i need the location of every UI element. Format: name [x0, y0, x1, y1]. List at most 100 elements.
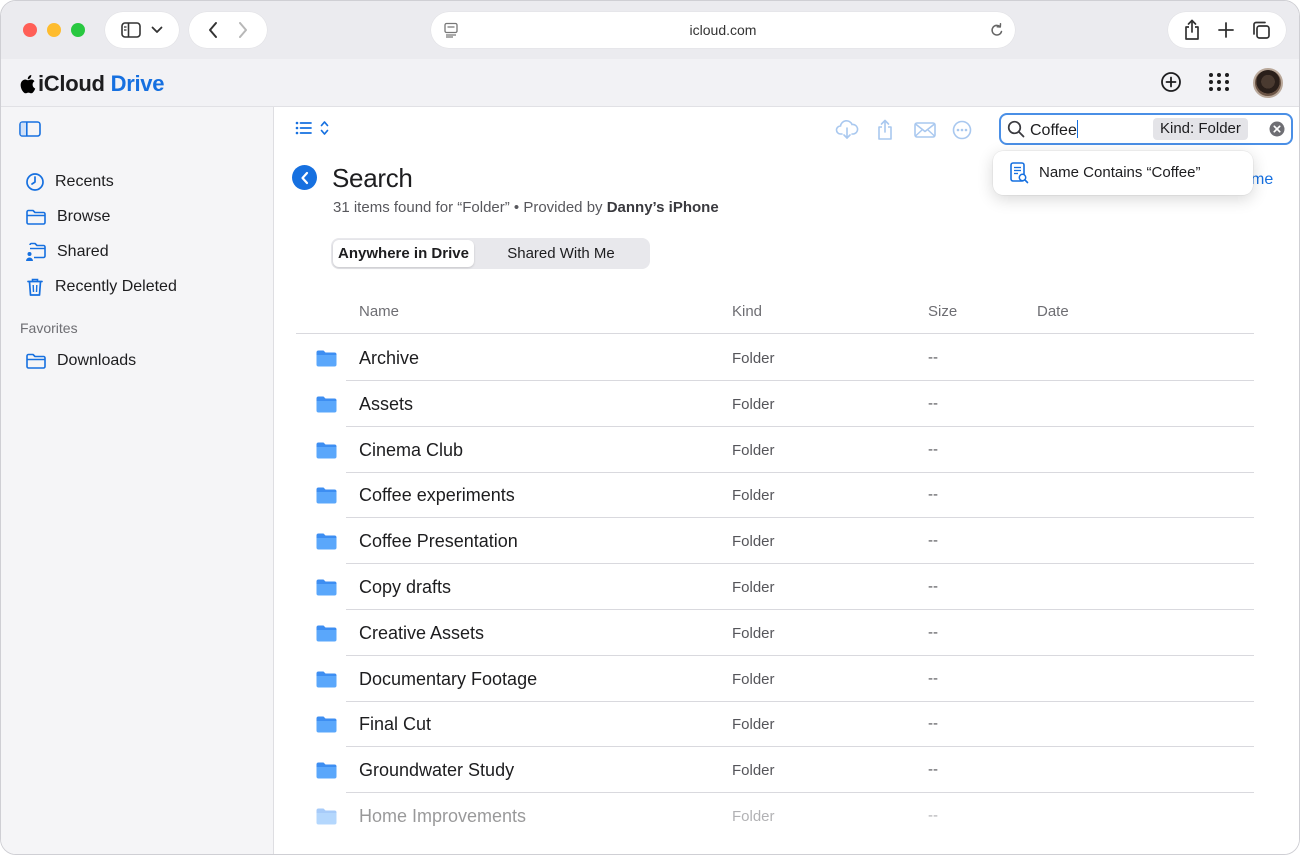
row-kind: Folder: [732, 762, 775, 780]
address-bar[interactable]: icloud.com: [431, 12, 1015, 48]
sidebar-item-label: Browse: [57, 208, 111, 225]
row-size: --: [928, 669, 938, 687]
row-name: Cinema Club: [359, 439, 464, 460]
chevron-left-icon: [300, 171, 308, 184]
folder-icon-wrap: [316, 487, 337, 509]
zoom-window-button[interactable]: [71, 23, 85, 37]
folder-icon-wrap: [316, 442, 337, 464]
app-grid-icon[interactable]: [1208, 71, 1230, 93]
table-row[interactable]: Home Improvements Folder --: [275, 793, 1275, 839]
tab-shared-with-me[interactable]: Shared With Me: [474, 240, 648, 267]
minimize-window-button[interactable]: [47, 23, 61, 37]
row-name: Final Cut: [359, 714, 432, 735]
suggestion-text: Name Contains “Coffee”: [1039, 164, 1201, 181]
row-name: Home Improvements: [359, 806, 527, 826]
row-name: Documentary Footage: [359, 668, 538, 689]
table-row[interactable]: Assets Folder --: [275, 381, 1275, 427]
add-circle-icon[interactable]: [1160, 71, 1182, 93]
folder-icon: [316, 716, 337, 733]
search-summary-text: 31 items found for “Folder” • Provided b…: [333, 199, 603, 216]
sidebar-item-shared[interactable]: Shared: [25, 239, 109, 265]
folder-icon: [26, 209, 46, 225]
sidebar-item-downloads[interactable]: Downloads: [25, 348, 136, 374]
folder-icon: [316, 808, 337, 825]
sidebar-item-label: Recents: [55, 173, 114, 190]
kind-filter-token[interactable]: Kind: Folder: [1153, 118, 1248, 140]
search-field[interactable]: Coffee Kind: Folder: [999, 113, 1293, 145]
table-row[interactable]: Creative Assets Folder --: [275, 610, 1275, 656]
folder-icon-wrap: [316, 396, 337, 418]
share-icon[interactable]: [876, 119, 894, 141]
header-divider: [296, 333, 1254, 334]
clock-icon: [26, 173, 44, 191]
folder-icon-wrap: [316, 579, 337, 601]
sidebar-toggle-icon[interactable]: [19, 121, 41, 137]
folder-icon: [316, 350, 337, 367]
sidebar-item-recents[interactable]: Recents: [25, 169, 114, 195]
partial-link[interactable]: me: [1251, 171, 1273, 189]
table-row[interactable]: Copy drafts Folder --: [275, 564, 1275, 610]
folder-icon: [316, 487, 337, 504]
mail-icon[interactable]: [914, 122, 936, 138]
browser-actions: [1168, 12, 1286, 48]
view-options-button[interactable]: [295, 120, 333, 141]
row-name: Creative Assets: [359, 622, 485, 643]
close-window-button[interactable]: [23, 23, 37, 37]
table-row[interactable]: Final Cut Folder --: [275, 701, 1275, 748]
column-header-date[interactable]: Date: [1037, 303, 1069, 320]
search-icon: [1007, 120, 1025, 138]
table-row[interactable]: Coffee Presentation Folder --: [275, 518, 1275, 565]
back-button[interactable]: [292, 165, 317, 190]
text-caret: [1076, 120, 1079, 138]
sidebar-item-browse[interactable]: Browse: [25, 204, 110, 230]
back-chevron-icon[interactable]: [207, 21, 219, 39]
page-icon: [444, 22, 458, 38]
row-size: --: [928, 532, 938, 550]
search-input[interactable]: Coffee: [1030, 120, 1079, 140]
row-kind: Folder: [732, 487, 775, 505]
column-header-name[interactable]: Name: [359, 303, 399, 320]
sidebar-item-label: Recently Deleted: [55, 278, 177, 295]
search-suggestions[interactable]: Name Contains “Coffee”: [993, 151, 1253, 195]
reload-icon[interactable]: [989, 22, 1005, 38]
sidebar-item-label: Downloads: [57, 352, 137, 369]
account-avatar[interactable]: [1253, 68, 1283, 98]
clear-search-icon[interactable]: [1269, 121, 1285, 137]
row-size: --: [928, 394, 938, 412]
table-row[interactable]: Cinema Club Folder --: [275, 427, 1275, 473]
sidebar-item-recently-deleted[interactable]: Recently Deleted: [25, 274, 177, 300]
trash-icon: [27, 278, 43, 296]
tab-anywhere-in-drive[interactable]: Anywhere in Drive: [333, 240, 474, 267]
table-row[interactable]: Documentary Footage Folder --: [275, 656, 1275, 702]
sidebar-icon: [121, 22, 141, 38]
more-options-icon[interactable]: [952, 120, 972, 140]
folder-icon-wrap: [316, 762, 337, 784]
new-tab-icon[interactable]: [1217, 21, 1235, 39]
column-header-kind[interactable]: Kind: [732, 303, 762, 320]
row-name: Coffee experiments: [359, 485, 515, 506]
folder-icon-wrap: [316, 533, 337, 555]
row-name: Assets: [359, 393, 414, 414]
table-row[interactable]: Groundwater Study Folder --: [275, 747, 1275, 794]
folder-icon-wrap: [316, 625, 337, 647]
forward-chevron-icon[interactable]: [237, 21, 249, 39]
row-name: Groundwater Study: [359, 760, 515, 781]
list-view-icon: [295, 121, 329, 135]
table-row[interactable]: Coffee experiments Folder --: [275, 472, 1275, 519]
column-header-size[interactable]: Size: [928, 303, 957, 320]
apple-logo-icon: [20, 75, 36, 94]
folder-icon: [316, 396, 337, 413]
table-row[interactable]: Archive Folder --: [275, 335, 1275, 381]
folder-icon: [316, 671, 337, 688]
row-name: Coffee Presentation: [359, 531, 518, 552]
history-navigation: [189, 12, 267, 48]
download-cloud-icon[interactable]: [835, 119, 859, 139]
sidebar-toggle-button[interactable]: [105, 12, 179, 48]
share-icon[interactable]: [1183, 19, 1201, 41]
app-title[interactable]: iCloud Drive: [19, 71, 164, 97]
page-title: Search: [332, 163, 413, 193]
row-name: Archive: [359, 348, 420, 368]
row-size: --: [928, 440, 938, 458]
folder-icon: [26, 353, 46, 369]
tab-overview-icon[interactable]: [1251, 20, 1271, 40]
